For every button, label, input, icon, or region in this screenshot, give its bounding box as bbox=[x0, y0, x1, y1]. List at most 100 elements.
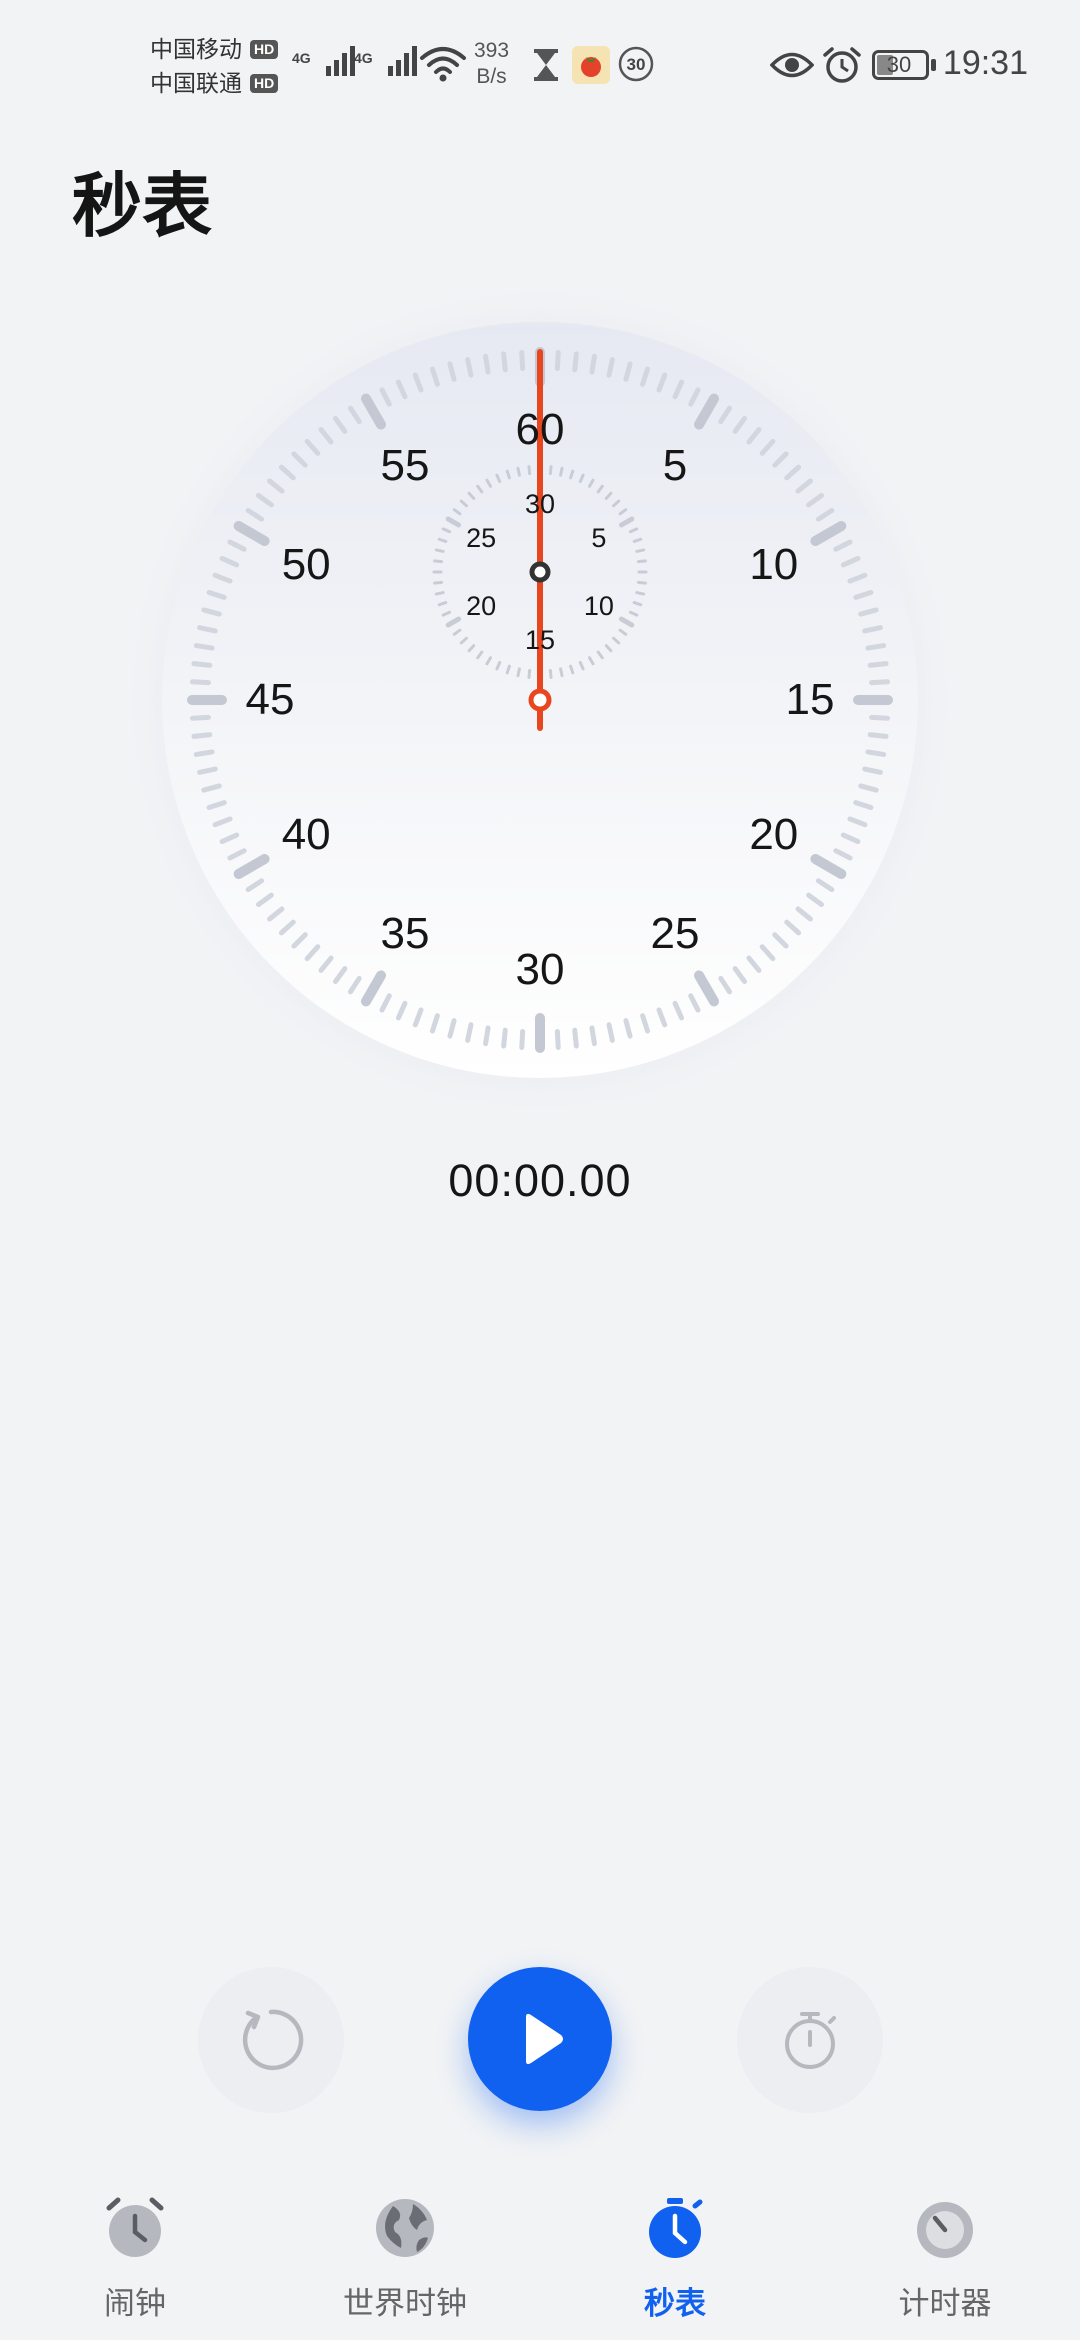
carrier-info: 中国移动 HD 中国联通 HD bbox=[150, 32, 279, 100]
battery-level: 30 bbox=[886, 52, 912, 77]
wifi-icon bbox=[420, 47, 466, 82]
notification-badge-count: 30 bbox=[627, 55, 646, 74]
dial-number: 60 bbox=[515, 405, 565, 454]
subdial-tick bbox=[569, 664, 575, 675]
dial-number: 35 bbox=[380, 908, 430, 958]
dial-number: 55 bbox=[380, 441, 430, 491]
network-speed: 393 B/s bbox=[474, 38, 509, 90]
dial-number: 5 bbox=[662, 441, 688, 491]
hd-badge: HD bbox=[250, 39, 279, 59]
dial-minor-tick bbox=[197, 766, 218, 775]
subdial-tick bbox=[505, 469, 511, 480]
dial-minor-tick bbox=[519, 349, 526, 371]
reset-button[interactable] bbox=[198, 1967, 344, 2113]
subdial-tick bbox=[548, 465, 553, 476]
dial-minor-tick bbox=[193, 643, 215, 651]
dial-minor-tick bbox=[193, 749, 215, 757]
subdial-tick bbox=[569, 469, 575, 480]
speed-unit: B/s bbox=[476, 65, 507, 88]
subdial-pivot bbox=[529, 561, 551, 583]
dial-minor-tick bbox=[572, 351, 579, 373]
status-bar: 中国移动 HD 中国联通 HD 4G 4G 393 B/s 30 30 19:3… bbox=[0, 0, 1080, 120]
dial-minor-tick bbox=[189, 714, 211, 721]
dial-minor-tick bbox=[189, 679, 211, 686]
subdial-tick bbox=[434, 548, 445, 553]
dial-minor-tick bbox=[867, 661, 889, 668]
dial-minor-tick bbox=[191, 732, 213, 739]
subdial-tick bbox=[635, 591, 646, 596]
subdial-tick bbox=[505, 664, 511, 675]
dial-number: 40 bbox=[281, 810, 331, 859]
nav-label-alarm: 闹钟 bbox=[104, 2286, 166, 2321]
dial-minor-tick bbox=[865, 749, 887, 757]
dial-minor-tick bbox=[572, 1027, 579, 1049]
dial-minor-tick bbox=[554, 1029, 561, 1051]
subdial-tick bbox=[527, 668, 532, 679]
subdial-tick bbox=[636, 559, 647, 564]
tomato-app-icon bbox=[572, 46, 610, 84]
battery-icon: 30 bbox=[872, 50, 938, 80]
subdial-tick bbox=[434, 591, 445, 596]
dial-minor-tick bbox=[519, 1029, 526, 1051]
dial-number: 20 bbox=[749, 810, 799, 859]
subdial-number: 10 bbox=[583, 591, 614, 621]
speed-value: 393 bbox=[474, 39, 510, 62]
nav-item-world-clock[interactable]: 世界时钟 bbox=[295, 2180, 515, 2340]
subdial-tick bbox=[632, 601, 643, 607]
dial-minor-tick bbox=[465, 1022, 474, 1043]
nav-item-alarm[interactable]: 闹钟 bbox=[25, 2180, 245, 2340]
nav-label-world-clock: 世界时钟 bbox=[343, 2286, 467, 2321]
nav-item-stopwatch[interactable]: 秒表 bbox=[565, 2180, 785, 2340]
timer-icon bbox=[917, 2202, 973, 2258]
dial-minor-tick bbox=[554, 349, 561, 371]
subdial-tick bbox=[433, 580, 444, 585]
hourglass-icon bbox=[534, 49, 558, 81]
bottom-nav: 闹钟 世界时钟 秒表 计时器 bbox=[0, 2180, 1080, 2340]
dial-minor-tick bbox=[862, 766, 883, 775]
stopwatch-screen: 中国移动 HD 中国联通 HD 4G 4G 393 B/s 30 30 19:3… bbox=[0, 0, 1080, 2340]
dial-minor-tick bbox=[501, 1027, 508, 1049]
dial-minor-tick bbox=[865, 643, 887, 651]
second-hand-pivot bbox=[528, 688, 552, 712]
dial-minor-tick bbox=[869, 714, 891, 721]
subdial-tick bbox=[437, 537, 448, 543]
page-title: 秒表 bbox=[72, 167, 212, 245]
dial-minor-tick bbox=[869, 679, 891, 686]
dial-number: 45 bbox=[245, 675, 295, 724]
subdial-tick bbox=[636, 580, 647, 585]
dial-minor-tick bbox=[606, 357, 615, 378]
play-icon bbox=[526, 2013, 563, 2065]
subdial-number: 20 bbox=[466, 591, 497, 621]
dial-minor-tick bbox=[191, 661, 213, 668]
stopwatch-icon bbox=[649, 2198, 703, 2258]
dial-minor-tick bbox=[862, 625, 883, 634]
dial-minor-tick bbox=[501, 351, 508, 373]
subdial-tick bbox=[527, 465, 532, 476]
subdial-tick bbox=[548, 668, 553, 679]
carrier-2-label: 中国联通 bbox=[150, 70, 242, 96]
dial-minor-tick bbox=[606, 1022, 615, 1043]
eye-icon bbox=[770, 52, 814, 78]
globe-icon bbox=[376, 2199, 434, 2257]
dial-minor-tick bbox=[483, 353, 491, 375]
alarm-clock-icon bbox=[106, 2197, 164, 2257]
dial-minor-tick bbox=[589, 353, 597, 375]
subdial-tick bbox=[559, 667, 564, 678]
status-time: 19:31 bbox=[942, 44, 1028, 82]
subdial-tick bbox=[516, 667, 521, 678]
dial-number: 15 bbox=[785, 675, 835, 724]
lap-button[interactable] bbox=[737, 1967, 883, 2113]
dial-number: 25 bbox=[650, 908, 700, 958]
start-button[interactable] bbox=[468, 1967, 612, 2111]
subdial-tick bbox=[516, 466, 521, 477]
subdial-tick bbox=[437, 601, 448, 607]
carrier-1-label: 中国移动 bbox=[150, 36, 242, 62]
dial-number: 10 bbox=[749, 540, 799, 589]
alarm-icon bbox=[823, 47, 861, 83]
dial-minor-tick bbox=[197, 625, 218, 634]
nav-item-timer[interactable]: 计时器 bbox=[835, 2180, 1055, 2340]
dial-number: 50 bbox=[281, 540, 331, 589]
dial-minor-tick bbox=[867, 732, 889, 739]
hd-badge: HD bbox=[250, 73, 279, 93]
lap-stopwatch-icon bbox=[785, 2012, 836, 2069]
